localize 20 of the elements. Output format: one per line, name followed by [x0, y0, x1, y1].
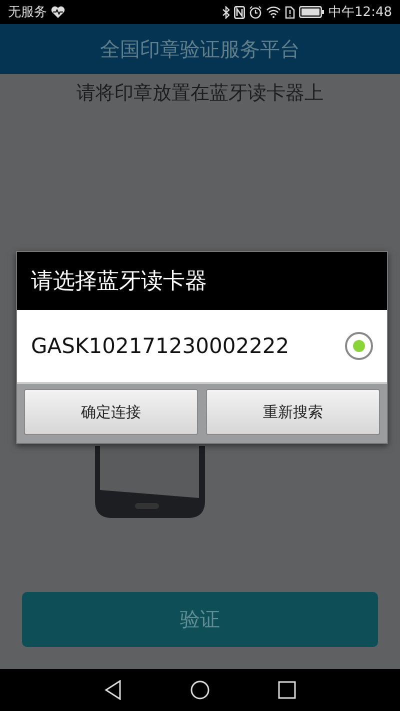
search-again-button[interactable]: 重新搜索 — [206, 389, 380, 435]
radio-button[interactable] — [345, 332, 373, 360]
wifi-icon — [266, 6, 281, 18]
dialog-title: 请选择蓝牙读卡器 — [17, 252, 387, 310]
header-title: 全国印章验证服务平台 — [100, 36, 300, 62]
battery-icon — [298, 6, 325, 18]
heart-icon — [51, 6, 65, 18]
sim-card-icon — [284, 6, 295, 18]
instruction-text: 请将印章放置在蓝牙读卡器上 — [76, 81, 324, 106]
clock-time: 中午12:48 — [328, 4, 392, 21]
recent-apps-icon[interactable] — [278, 681, 296, 699]
device-name: GASK102171230002222 — [31, 334, 290, 358]
bluetooth-icon — [222, 6, 230, 18]
connect-button[interactable]: 确定连接 — [24, 389, 198, 435]
device-list-item[interactable]: GASK102171230002222 — [17, 310, 387, 384]
nfc-icon — [234, 6, 245, 18]
alarm-icon — [248, 6, 262, 18]
home-icon[interactable] — [190, 680, 210, 700]
back-icon[interactable] — [104, 680, 122, 700]
carrier-text: 无服务 — [8, 4, 47, 21]
